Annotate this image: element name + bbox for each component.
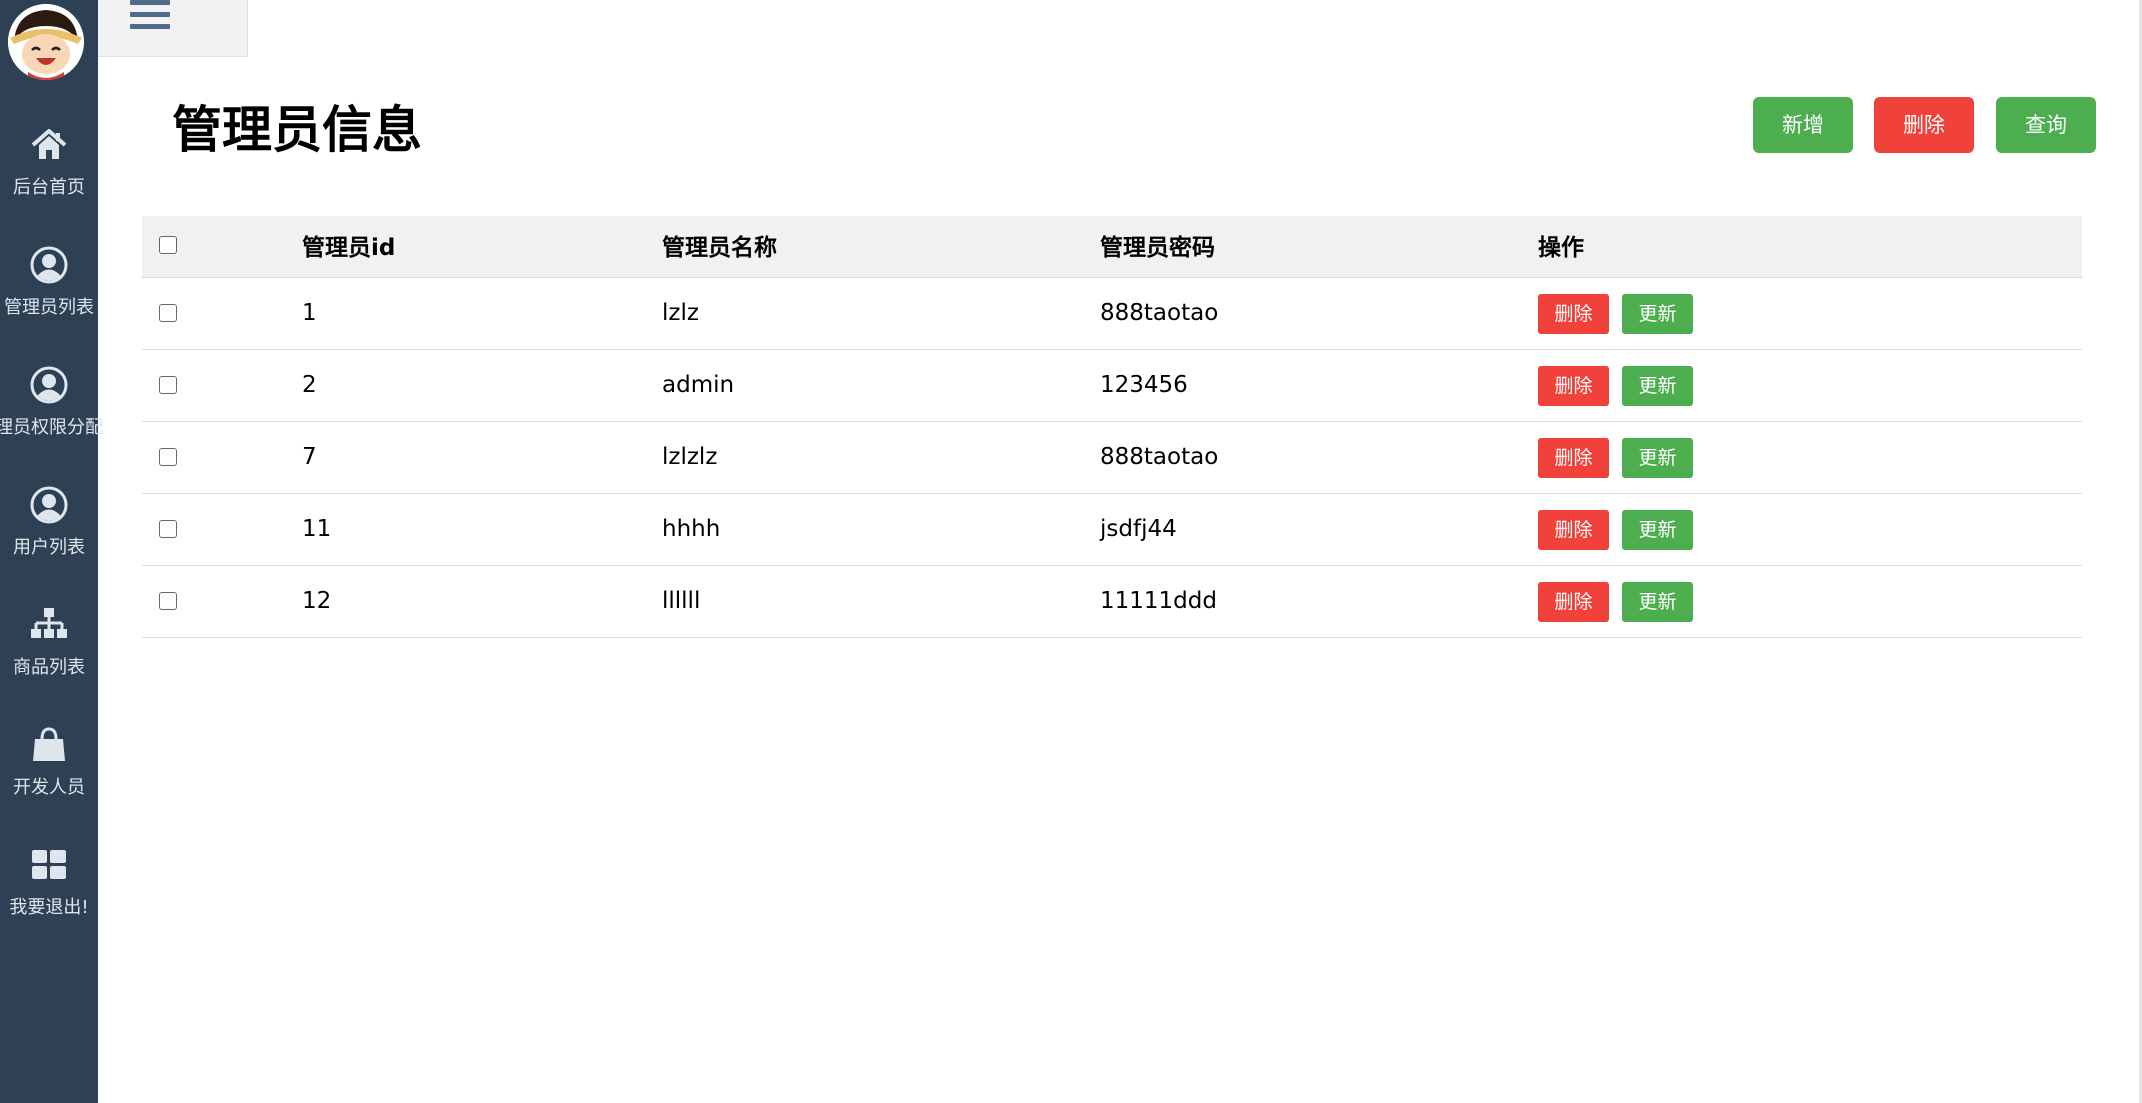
admin-name: hhhh [662,516,721,542]
admin-id: 7 [302,444,317,470]
user-circle-icon [30,246,68,284]
sidebar-item-label: 开发人员 [13,777,85,798]
shopping-bag-icon [33,727,65,761]
user-circle-icon [30,486,68,524]
batch-delete-button[interactable]: 删除 [1874,97,1974,153]
admin-id: 11 [302,516,332,542]
row-checkbox[interactable] [159,448,177,466]
row-delete-button[interactable]: 删除 [1538,366,1609,406]
column-header-id: 管理员id [302,235,396,261]
row-update-button[interactable]: 更新 [1622,294,1693,334]
table-row: 1 lzlz 888taotao 删除 更新 [142,278,2082,350]
avatar-cartoon-icon [8,4,84,80]
column-header-password: 管理员密码 [1100,235,1215,261]
avatar[interactable] [8,4,84,80]
admin-password: 888taotao [1100,444,1219,470]
admin-name: lzlz [662,300,699,326]
sidebar-item-label: 管理员列表 [4,297,94,318]
admin-id: 12 [302,588,332,614]
admin-name: admin [662,372,735,398]
sidebar-toggle-button[interactable] [98,0,248,57]
home-icon [31,129,67,159]
admin-password: jsdfj44 [1100,516,1177,542]
row-checkbox[interactable] [159,520,177,538]
row-update-button[interactable]: 更新 [1622,510,1693,550]
table-header: 管理员id 管理员名称 管理员密码 操作 [142,216,2082,278]
row-delete-button[interactable]: 删除 [1538,582,1609,622]
admin-password: 888taotao [1100,300,1219,326]
admin-id: 1 [302,300,317,326]
admin-password: 11111ddd [1100,588,1217,614]
user-circle-icon [30,366,68,404]
sidebar-item-logout[interactable]: 我要退出! [0,845,98,945]
sitemap-icon [31,608,67,638]
row-update-button[interactable]: 更新 [1622,366,1693,406]
grid-icon [32,850,66,879]
select-all-checkbox[interactable] [159,236,177,254]
row-checkbox[interactable] [159,592,177,610]
sidebar-item-developers[interactable]: 开发人员 [0,725,98,825]
row-delete-button[interactable]: 删除 [1538,510,1609,550]
table-row: 2 admin 123456 删除 更新 [142,350,2082,422]
row-delete-button[interactable]: 删除 [1538,294,1609,334]
sidebar: 后台首页 管理员列表 理员权限分配 用户列表 商品列表 开发人员 我要退出! [0,0,103,1103]
column-header-name: 管理员名称 [662,235,777,261]
sidebar-item-label: 后台首页 [13,177,85,198]
add-button[interactable]: 新增 [1753,97,1853,153]
page-title: 管理员信息 [172,101,422,159]
admin-name: llllll [662,588,701,614]
row-checkbox[interactable] [159,376,177,394]
sidebar-item-label: 我要退出! [9,897,89,918]
sidebar-item-product-list[interactable]: 商品列表 [0,605,98,705]
sidebar-item-label: 商品列表 [13,657,85,678]
query-button[interactable]: 查询 [1996,97,2096,153]
sidebar-item-home[interactable]: 后台首页 [0,125,98,225]
table-row: 12 llllll 11111ddd 删除 更新 [142,566,2082,638]
sidebar-item-label: 用户列表 [13,537,85,558]
hamburger-icon [130,0,170,36]
sidebar-item-admin-list[interactable]: 管理员列表 [0,245,98,345]
admin-password: 123456 [1100,372,1188,398]
admin-id: 2 [302,372,317,398]
sidebar-item-admin-permissions[interactable]: 理员权限分配 [0,365,103,465]
admin-table: 管理员id 管理员名称 管理员密码 操作 1 lzlz 888taotao 删除… [142,216,2082,638]
row-delete-button[interactable]: 删除 [1538,438,1609,478]
sidebar-item-label: 理员权限分配 [0,417,103,438]
admin-name: lzlzlz [662,444,718,470]
column-header-actions: 操作 [1538,235,1584,261]
row-checkbox[interactable] [159,304,177,322]
sidebar-item-user-list[interactable]: 用户列表 [0,485,98,585]
table-row: 11 hhhh jsdfj44 删除 更新 [142,494,2082,566]
row-update-button[interactable]: 更新 [1622,438,1693,478]
row-update-button[interactable]: 更新 [1622,582,1693,622]
table-row: 7 lzlzlz 888taotao 删除 更新 [142,422,2082,494]
